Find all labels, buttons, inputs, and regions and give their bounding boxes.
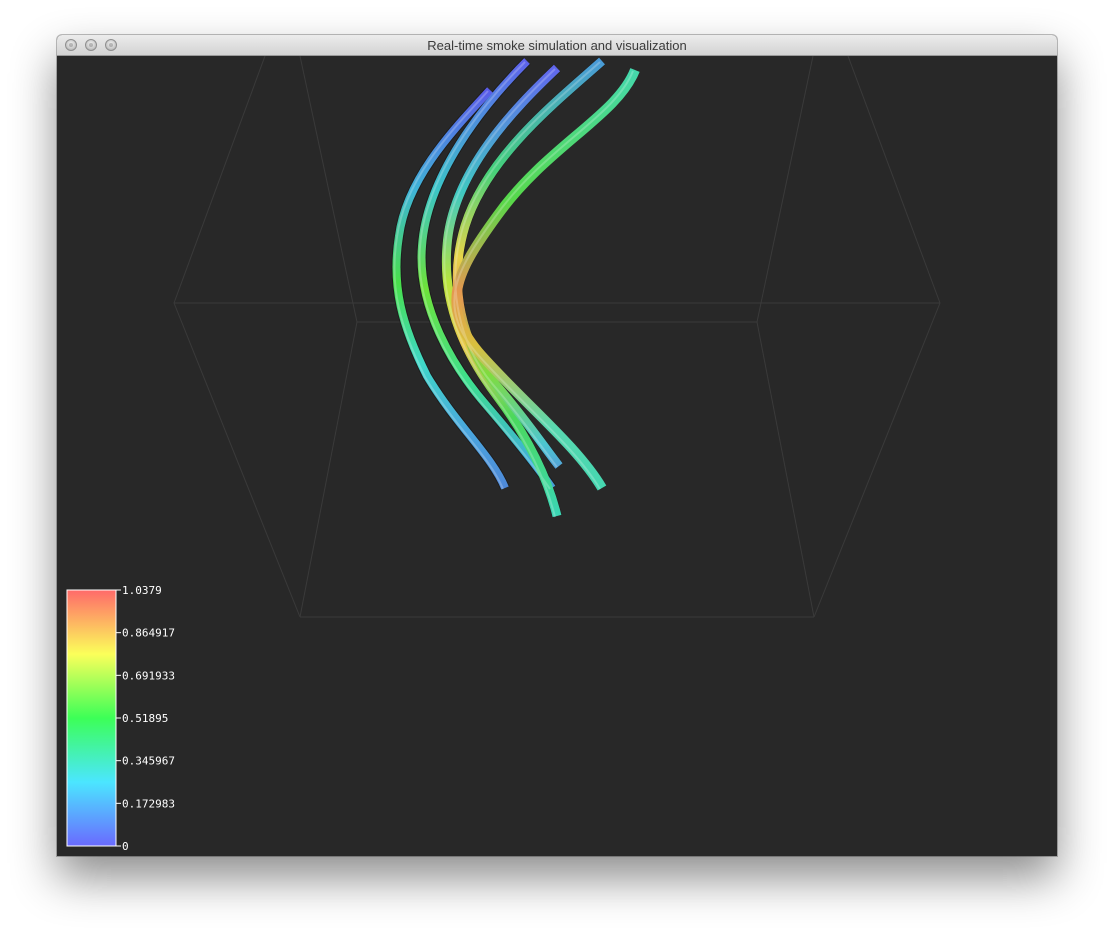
- colorbar-tick-label: 0.172983: [122, 797, 175, 810]
- streamtubes: [391, 57, 640, 518]
- title-bar[interactable]: Real-time smoke simulation and visualiza…: [57, 35, 1057, 56]
- scene-canvas[interactable]: 1.0379 0.864917 0.691933 0.51895 0.345967 0.1…: [57, 56, 1057, 856]
- colorbar-ticks: 1.0379 0.864917 0.691933 0.51895 0.345967 0.1…: [116, 584, 175, 853]
- colorbar-tick-label: 0.345967: [122, 755, 175, 768]
- colorbar-tick-label: 0: [122, 840, 129, 853]
- color-legend: 1.0379 0.864917 0.691933 0.51895 0.345967 0.1…: [66, 584, 175, 853]
- colorbar-tick-label: 1.0379: [122, 584, 162, 597]
- colorbar-tick-label: 0.51895: [122, 712, 168, 725]
- colorbar-tick-label: 0.691933: [122, 669, 175, 682]
- colorbar-gradient: [66, 589, 117, 847]
- bounding-box-wireframe: [173, 56, 941, 618]
- app-window: Real-time smoke simulation and visualiza…: [57, 35, 1057, 856]
- render-viewport[interactable]: 1.0379 0.864917 0.691933 0.51895 0.345967 0.1…: [57, 56, 1057, 856]
- window-title: Real-time smoke simulation and visualiza…: [427, 38, 687, 53]
- colorbar-tick-label: 0.864917: [122, 627, 175, 640]
